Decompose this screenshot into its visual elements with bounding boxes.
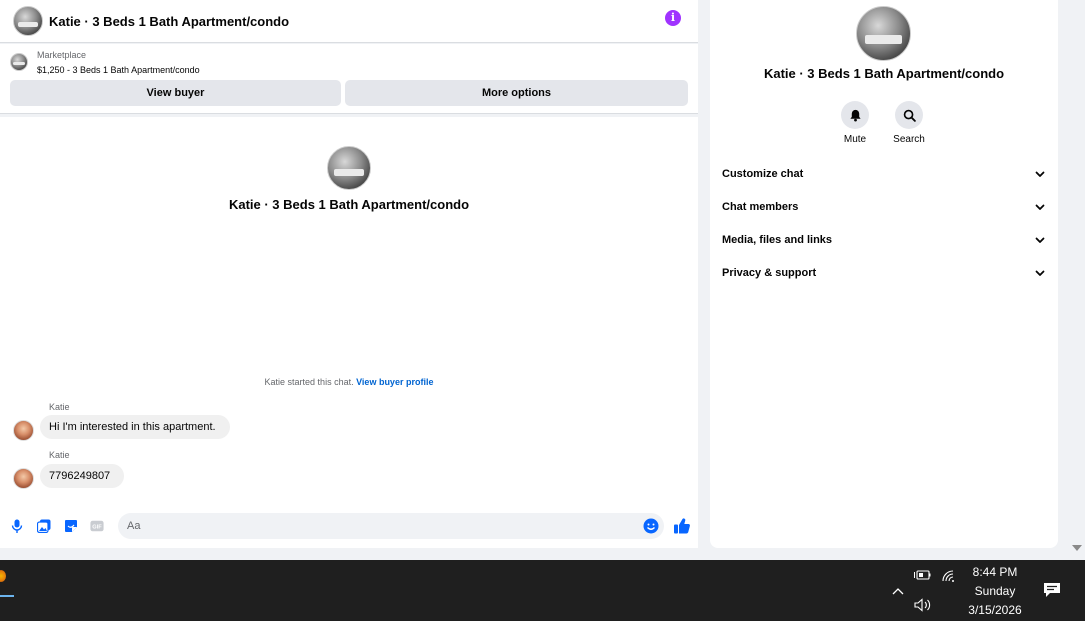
chat-info-panel: Katie · 3 Beds 1 Bath Apartment/condo Mu… bbox=[710, 0, 1058, 548]
chevron-down-icon bbox=[1035, 270, 1045, 276]
chat-header-title[interactable]: Katie · 3 Beds 1 Bath Apartment/condo bbox=[49, 14, 289, 29]
chat-started-notice: Katie started this chat. View buyer prof… bbox=[0, 377, 698, 387]
image-icon[interactable] bbox=[37, 519, 51, 533]
search-label: Search bbox=[893, 134, 925, 145]
chat-started-text: Katie started this chat. bbox=[264, 377, 354, 387]
battery-icon[interactable] bbox=[913, 568, 931, 582]
section-label: Customize chat bbox=[722, 167, 804, 180]
active-app-indicator bbox=[0, 595, 14, 597]
chevron-down-icon bbox=[1035, 204, 1045, 210]
more-options-button[interactable]: More options bbox=[345, 80, 688, 106]
speaker-icon[interactable] bbox=[913, 597, 933, 613]
marketplace-label: Marketplace bbox=[37, 50, 87, 60]
svg-text:GIF: GIF bbox=[92, 525, 102, 531]
info-icon[interactable]: i bbox=[665, 10, 681, 26]
clock-day: Sunday bbox=[974, 584, 1016, 598]
notification-icon[interactable] bbox=[1043, 582, 1061, 598]
chevron-down-icon bbox=[1035, 237, 1045, 243]
bell-icon bbox=[841, 101, 869, 129]
clock-date: 3/15/2026 bbox=[968, 603, 1022, 617]
view-buyer-button[interactable]: View buyer bbox=[10, 80, 341, 106]
clock-time: 8:44 PM bbox=[972, 565, 1018, 579]
section-label: Chat members bbox=[722, 200, 799, 213]
conversation-area: Katie · 3 Beds 1 Bath Apartment/condo Ka… bbox=[0, 117, 698, 509]
emoji-icon[interactable] bbox=[643, 518, 659, 534]
browser-icon bbox=[0, 570, 6, 582]
info-panel-avatar[interactable] bbox=[856, 6, 911, 61]
conversation-avatar bbox=[327, 146, 371, 190]
chat-header: Katie · 3 Beds 1 Bath Apartment/condo i bbox=[0, 0, 698, 43]
chat-panel: Katie · 3 Beds 1 Bath Apartment/condo i … bbox=[0, 0, 698, 548]
message-sender: Katie bbox=[49, 402, 70, 412]
message-composer: GIF bbox=[0, 509, 698, 548]
mute-label: Mute bbox=[843, 134, 867, 145]
scroll-down-arrow[interactable] bbox=[1072, 545, 1082, 551]
info-panel-title: Katie · 3 Beds 1 Bath Apartment/condo bbox=[763, 66, 1005, 81]
message-bubble[interactable]: 7796249807 bbox=[40, 464, 125, 488]
marketplace-card: Marketplace $1,250 - 3 Beds 1 Bath Apart… bbox=[0, 44, 698, 114]
show-hidden-icons-chevron-icon[interactable] bbox=[890, 584, 906, 598]
message-sender: Katie bbox=[49, 450, 70, 460]
message-bubble[interactable]: Hi I'm interested in this apartment. bbox=[40, 415, 230, 439]
avatar[interactable] bbox=[13, 420, 34, 441]
section-label: Media, files and links bbox=[722, 233, 833, 246]
section-label: Privacy & support bbox=[722, 266, 817, 279]
chat-header-avatar[interactable] bbox=[13, 6, 43, 36]
conversation-title: Katie · 3 Beds 1 Bath Apartment/condo bbox=[228, 197, 470, 212]
taskbar: 8:44 PM Sunday 3/15/2026 bbox=[0, 560, 1085, 621]
sticker-icon[interactable] bbox=[64, 519, 78, 533]
wifi-icon[interactable] bbox=[940, 568, 956, 582]
message-input[interactable] bbox=[118, 513, 664, 539]
section-customize-chat[interactable]: Customize chat bbox=[710, 157, 1058, 190]
mic-icon[interactable] bbox=[10, 519, 24, 533]
listing-title[interactable]: $1,250 - 3 Beds 1 Bath Apartment/condo bbox=[37, 65, 200, 75]
taskbar-clock[interactable]: 8:44 PM Sunday 3/15/2026 bbox=[955, 563, 1035, 620]
search-button[interactable]: Search bbox=[884, 101, 934, 145]
section-privacy-support[interactable]: Privacy & support bbox=[710, 256, 1058, 289]
search-icon bbox=[895, 101, 923, 129]
chevron-down-icon bbox=[1035, 171, 1045, 177]
view-buyer-profile-link[interactable]: View buyer profile bbox=[356, 377, 433, 387]
mute-button[interactable]: Mute bbox=[830, 101, 880, 145]
listing-thumbnail[interactable] bbox=[10, 53, 28, 71]
taskbar-app-button[interactable] bbox=[0, 566, 14, 597]
section-chat-members[interactable]: Chat members bbox=[710, 190, 1058, 223]
avatar[interactable] bbox=[13, 468, 34, 489]
section-media-files-links[interactable]: Media, files and links bbox=[710, 223, 1058, 256]
gif-icon[interactable]: GIF bbox=[90, 519, 104, 533]
like-icon[interactable] bbox=[673, 517, 691, 535]
